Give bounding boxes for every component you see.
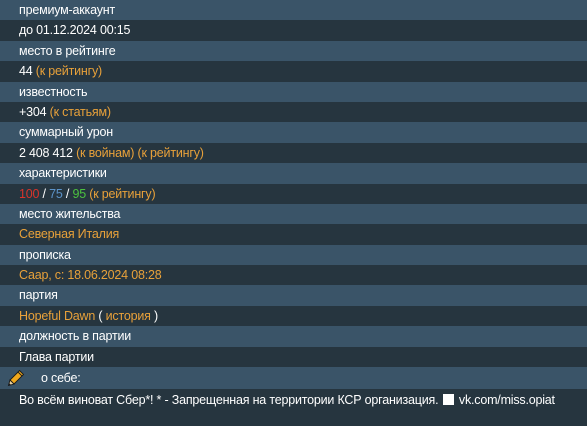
to-articles-link[interactable]: (к статьям) [50, 105, 111, 119]
damage-value: 2 408 412 [19, 145, 73, 160]
stats-separator: / [62, 186, 73, 201]
endurance-value: 95 [72, 186, 86, 201]
about-vk-link: vk.com/miss.opiat [458, 393, 555, 408]
education-value: 75 [49, 186, 63, 201]
registration-link[interactable]: Саар, с: 18.06.2024 08:28 [19, 268, 162, 282]
profile-info-panel: премиум-аккаунт до 01.12.2024 00:15 мест… [0, 0, 587, 426]
pencil-icon[interactable] [6, 368, 26, 388]
damage-to-rating-link[interactable]: (к рейтингу) [138, 146, 204, 160]
rating-row: 44 (к рейтингу) [0, 61, 587, 82]
party-history-link[interactable]: история [106, 309, 151, 323]
party-paren-open: ( [95, 308, 106, 323]
stats-label: характеристики [0, 163, 587, 184]
premium-label: премиум-аккаунт [0, 0, 587, 21]
fame-row: +304 (к статьям) [0, 101, 587, 123]
damage-label: суммарный урон [0, 122, 587, 143]
party-row: Hopeful Dawn ( история ) [0, 305, 587, 327]
to-wars-link[interactable]: (к войнам) [76, 146, 134, 160]
party-label: партия [0, 285, 587, 306]
about-text: Во всём виноват Сбер*! * - Запрещенная н… [0, 389, 587, 411]
stats-row: 100 / 75 / 95 (к рейтингу) [0, 183, 587, 204]
registration-row: Саар, с: 18.06.2024 08:28 [0, 265, 587, 286]
party-name-link[interactable]: Hopeful Dawn [19, 309, 95, 323]
to-rating-link[interactable]: (к рейтингу) [36, 64, 102, 78]
about-text-main: Во всём виноват Сбер*! * - Запрещенная н… [19, 393, 439, 408]
about-header: о себе: [0, 367, 587, 390]
residence-row: Северная Италия [0, 224, 587, 245]
about-label: о себе: [41, 371, 81, 386]
party-paren-close: ) [150, 308, 158, 323]
strength-value: 100 [19, 186, 40, 201]
premium-until: до 01.12.2024 00:15 [0, 20, 587, 41]
fame-value: +304 [19, 104, 47, 119]
residence-region-link[interactable]: Северная Италия [19, 227, 119, 241]
damage-row: 2 408 412 (к войнам) (к рейтингу) [0, 142, 587, 164]
rating-value: 44 [19, 64, 33, 79]
party-position-label: должность в партии [0, 326, 587, 347]
stats-to-rating-link[interactable]: (к рейтингу) [89, 187, 155, 201]
square-icon [442, 394, 454, 406]
registration-label: прописка [0, 244, 587, 266]
stats-separator: / [39, 186, 50, 201]
party-position-value: Глава партии [0, 346, 587, 368]
rating-label: место в рейтинге [0, 40, 587, 62]
residence-label: место жительства [0, 203, 587, 225]
fame-label: известность [0, 81, 587, 102]
